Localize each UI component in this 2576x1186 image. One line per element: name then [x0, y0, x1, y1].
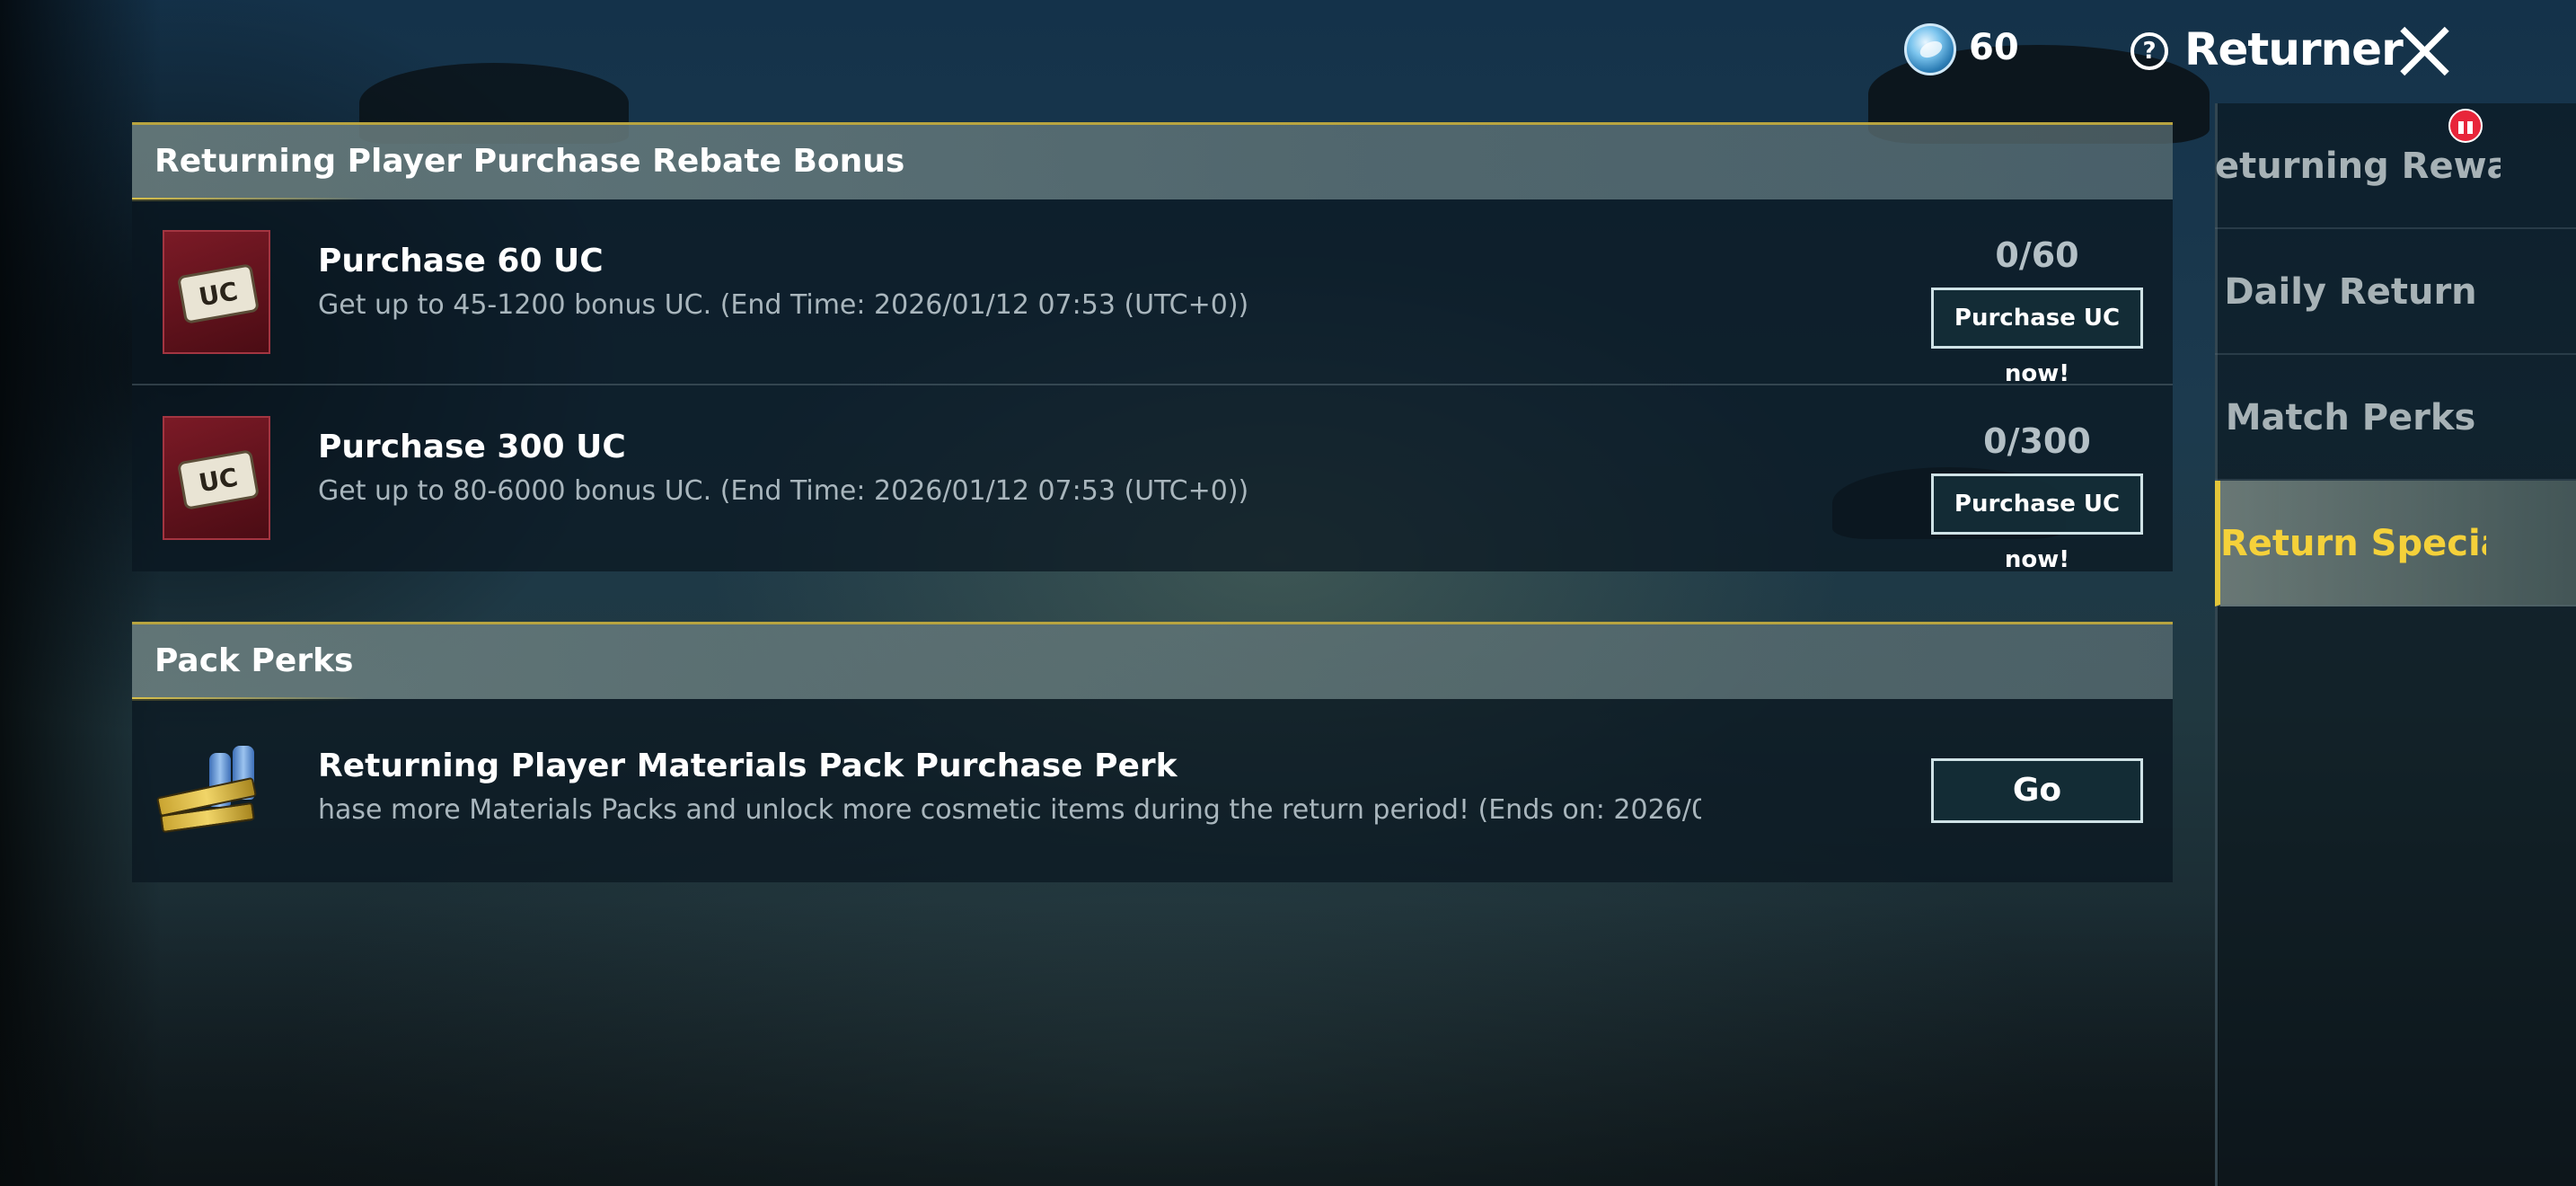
section-title: Pack Perks	[154, 642, 354, 679]
close-icon[interactable]	[2393, 20, 2456, 83]
gift-notification-icon	[2448, 109, 2483, 143]
item-title: Purchase 60 UC	[318, 243, 604, 279]
sidebar-item-return-special[interactable]: Return Special	[2215, 481, 2576, 606]
list-item: Returning Player Materials Pack Purchase…	[132, 699, 2173, 882]
section-title: Returning Player Purchase Rebate Bonus	[154, 143, 905, 180]
item-description: Get up to 45-1200 bonus UC. (End Time: 2…	[318, 289, 1249, 321]
pack-perks-list: Returning Player Materials Pack Purchase…	[132, 699, 2173, 882]
progress-counter: 0/300	[1983, 421, 2091, 461]
help-icon[interactable]: ?	[2130, 32, 2168, 70]
go-button[interactable]: Go	[1931, 758, 2143, 823]
sidebar: eturning Rewar Daily Return Match Perks …	[2215, 103, 2576, 1186]
background-terrain	[0, 898, 2219, 1186]
list-item: UC Purchase 300 UC Get up to 80-6000 bon…	[132, 385, 2173, 573]
sidebar-item-match-perks[interactable]: Match Perks	[2215, 355, 2576, 481]
uc-ticket-icon: UC	[163, 416, 270, 540]
sidebar-item-returning-rewards[interactable]: eturning Rewar	[2215, 103, 2576, 229]
purchase-uc-button[interactable]: Purchase UC now!	[1931, 474, 2143, 573]
section-header-pack-perks: Pack Perks	[132, 622, 2173, 701]
sidebar-item-label: Return Special	[2220, 523, 2486, 564]
uc-ticket-icon: UC	[163, 230, 270, 354]
progress-counter: 0/60	[1995, 235, 2079, 275]
item-title: Purchase 300 UC	[318, 429, 626, 465]
section-header-rebate: Returning Player Purchase Rebate Bonus	[132, 122, 2173, 201]
materials-pack-icon	[155, 742, 265, 841]
sidebar-item-label: Daily Return	[2224, 271, 2477, 313]
sidebar-item-daily-return[interactable]: Daily Return	[2215, 229, 2576, 355]
page-title: Returner	[2184, 23, 2404, 75]
sidebar-item-label: Match Perks	[2225, 397, 2476, 438]
uc-currency-icon	[1904, 23, 1956, 75]
item-description: Get up to 80-6000 bonus UC. (End Time: 2…	[318, 475, 1249, 507]
item-description: hase more Materials Packs and unlock mor…	[318, 794, 1701, 826]
item-title: Returning Player Materials Pack Purchase…	[318, 748, 1178, 784]
rebate-list: UC Purchase 60 UC Get up to 45-1200 bonu…	[132, 199, 2173, 573]
purchase-uc-button[interactable]: Purchase UC now!	[1931, 288, 2143, 387]
list-item: UC Purchase 60 UC Get up to 45-1200 bonu…	[132, 199, 2173, 387]
currency-amount: 60	[1969, 27, 2019, 68]
